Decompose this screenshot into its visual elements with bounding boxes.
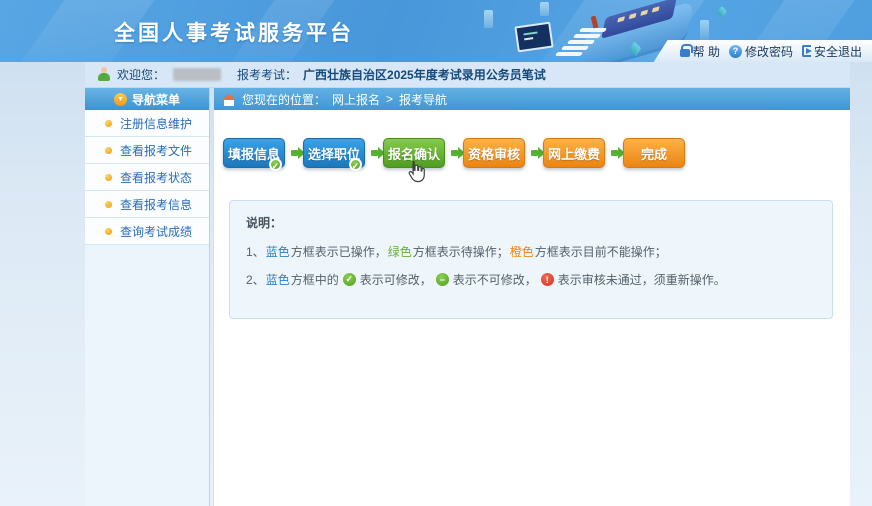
arrow-icon [605, 150, 623, 156]
breadcrumb: 您现在的位置： 网上报名 > 报考导航 [214, 88, 850, 110]
breadcrumb-prefix: 您现在的位置： [242, 91, 326, 108]
help-link-label: 帮 助 [693, 43, 720, 60]
exam-label: 报考考试： [237, 66, 297, 83]
question-icon: ? [729, 45, 742, 58]
check-circle-icon: ✓ [343, 273, 356, 286]
logout-label: 安全退出 [814, 43, 862, 60]
blue-word: 蓝色 [266, 243, 290, 260]
lock-icon [680, 49, 690, 57]
home-icon [222, 94, 236, 106]
sidebar-item-exam-scores[interactable]: 查询考试成绩 [85, 218, 209, 245]
step-select-position-button[interactable]: 选择职位 ✓ [303, 138, 365, 168]
bullet-icon [105, 174, 112, 181]
sidebar-title: 导航菜单 [132, 91, 180, 108]
illustration-figure [591, 16, 599, 29]
sidebar-item-application-info[interactable]: 查看报考信息 [85, 191, 209, 218]
logout-link[interactable]: 安全退出 [802, 43, 862, 60]
top-banner: 全国人事考试服务平台 帮 助 ? 修改密码 安全退出 [0, 0, 872, 62]
sidebar-header: ▼ 导航菜单 [85, 88, 209, 110]
bullet-icon [105, 147, 112, 154]
step-label: 完成 [641, 144, 667, 163]
sidebar-item-label: 注册信息维护 [120, 115, 192, 132]
greeting-label: 欢迎您： [117, 66, 165, 83]
welcome-bar: 欢迎您： 报考考试： 广西壮族自治区2025年度考试录用公务员笔试 [85, 62, 850, 88]
check-badge-icon: ✓ [349, 158, 362, 171]
change-password-link[interactable]: ? 修改密码 [729, 43, 793, 60]
exit-icon [802, 45, 811, 57]
notice-line-1: 1、 蓝色 方框表示已操作， 绿色 方框表示待操作； 橙色 方框表示目前不能操作… [246, 243, 816, 260]
sidebar-item-registration-info[interactable]: 注册信息维护 [85, 110, 209, 137]
cursor-hand-icon [404, 160, 426, 184]
arrow-icon [285, 150, 303, 156]
step-qualification-review-button[interactable]: 资格审核 [463, 138, 525, 168]
step-label: 资格审核 [468, 144, 520, 163]
check-badge-icon: ✓ [269, 158, 282, 171]
notice-box: 说明： 1、 蓝色 方框表示已操作， 绿色 方框表示待操作； 橙色 方框表示目前… [229, 200, 833, 319]
user-icon [97, 67, 111, 82]
step-online-payment-button[interactable]: 网上缴费 [543, 138, 605, 168]
sidebar: ▼ 导航菜单 注册信息维护 查看报考文件 查看报考状态 查看报考信息 查询考试成… [85, 88, 210, 506]
step-fill-info-button[interactable]: 填报信息 ✓ [223, 138, 285, 168]
green-word: 绿色 [388, 243, 412, 260]
quick-links: 帮 助 ? 修改密码 安全退出 [654, 40, 872, 62]
step-complete-button[interactable]: 完成 [623, 138, 685, 168]
main-content: 您现在的位置： 网上报名 > 报考导航 填报信息 ✓ 选择职位 ✓ 报名确认 [213, 88, 850, 506]
sidebar-item-label: 查看报考状态 [120, 169, 192, 186]
breadcrumb-current: 报考导航 [399, 91, 447, 108]
notice-line-2: 2、 蓝色 方框中的 ✓ 表示可修改， − 表示不可修改， ! 表示审核未通过，… [246, 271, 816, 288]
page: 全国人事考试服务平台 帮 助 ? 修改密码 安全退出 欢迎您： 报考考试： 广西… [0, 0, 872, 506]
exam-name: 广西壮族自治区2025年度考试录用公务员笔试 [303, 66, 546, 83]
bullet-icon [105, 201, 112, 208]
orange-word: 橙色 [510, 243, 534, 260]
breadcrumb-section[interactable]: 网上报名 [332, 91, 380, 108]
step-confirm-registration-button[interactable]: 报名确认 [383, 138, 445, 168]
arrow-icon [365, 150, 383, 156]
change-password-label: 修改密码 [745, 43, 793, 60]
sidebar-item-label: 查看报考信息 [120, 196, 192, 213]
arrow-icon [445, 150, 463, 156]
minus-circle-icon: − [436, 273, 449, 286]
illustration-screen [514, 22, 553, 53]
alert-circle-icon: ! [541, 273, 554, 286]
bullet-icon [105, 120, 112, 127]
redacted-username [173, 68, 221, 81]
sidebar-item-exam-documents[interactable]: 查看报考文件 [85, 137, 209, 164]
bullet-icon [105, 228, 112, 235]
chevron-down-icon: ▼ [114, 93, 127, 106]
help-link[interactable]: 帮 助 [680, 43, 720, 60]
breadcrumb-separator: > [386, 92, 393, 106]
sidebar-item-label: 查看报考文件 [120, 142, 192, 159]
sidebar-item-application-status[interactable]: 查看报考状态 [85, 164, 209, 191]
arrow-icon [525, 150, 543, 156]
sidebar-item-label: 查询考试成绩 [120, 223, 192, 240]
blue-word: 蓝色 [266, 271, 290, 288]
notice-title: 说明： [246, 214, 816, 231]
step-label: 网上缴费 [548, 144, 600, 163]
step-flow: 填报信息 ✓ 选择职位 ✓ 报名确认 资格审核 网上缴费 [223, 138, 850, 168]
site-title: 全国人事考试服务平台 [114, 17, 354, 47]
